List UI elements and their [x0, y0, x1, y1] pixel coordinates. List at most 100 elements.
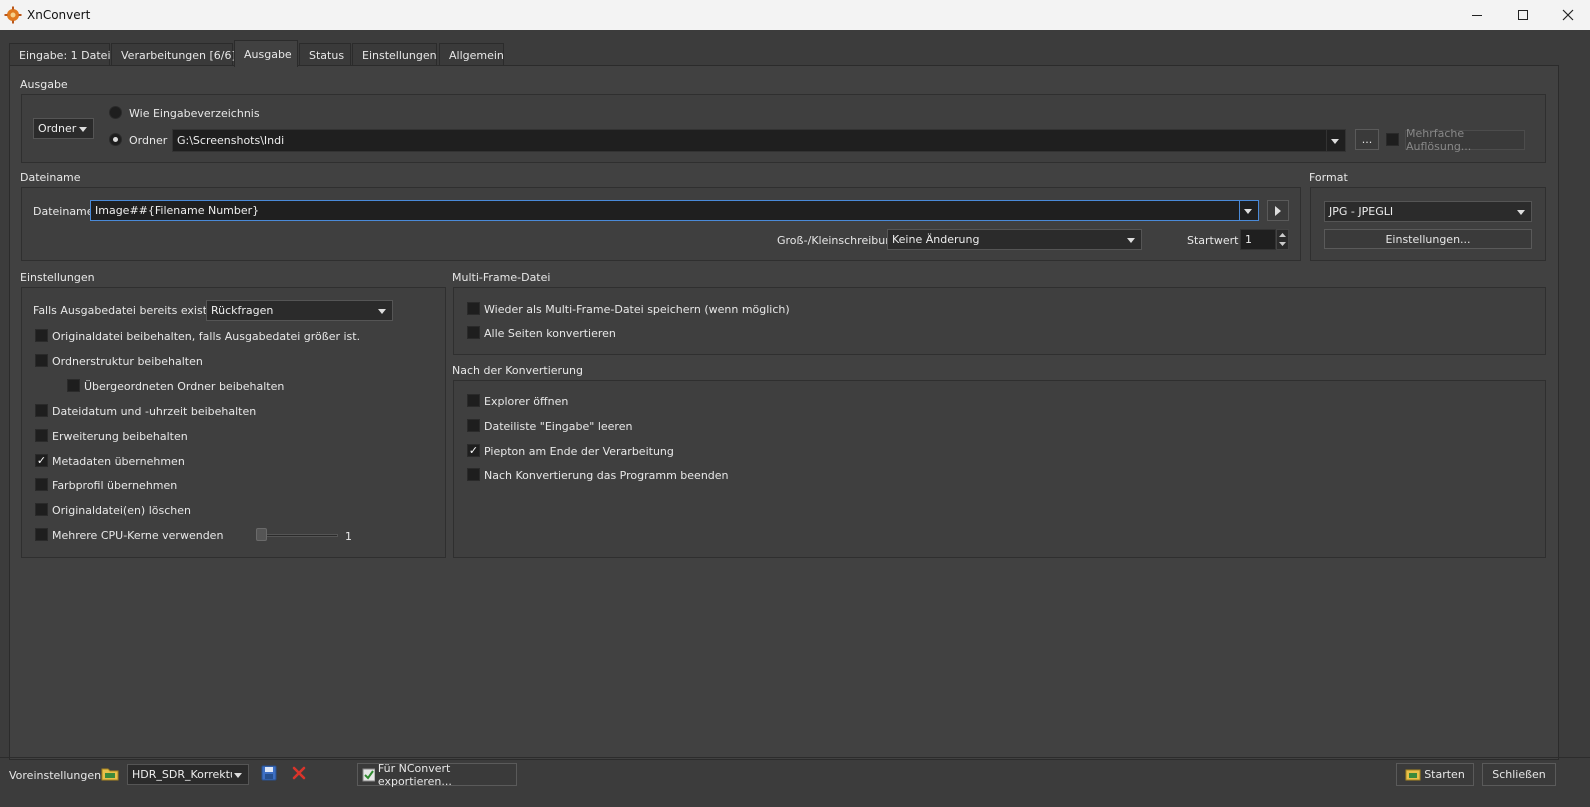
keep-extension-checkbox[interactable] [35, 429, 48, 442]
output-folder-input[interactable]: G:\Screenshots\Indi [172, 129, 1327, 152]
open-explorer-checkbox[interactable] [467, 394, 480, 407]
copy-color-profile-label: Farbprofil übernehmen [52, 479, 178, 492]
keep-parent-folder-label: Übergeordneten Ordner beibehalten [84, 380, 285, 393]
start-value-stepper[interactable] [1276, 229, 1289, 250]
close-icon [1562, 9, 1574, 21]
group-label-ausgabe: Ausgabe [20, 78, 68, 91]
open-preset-folder-button[interactable] [101, 766, 119, 782]
start-button[interactable]: Starten [1396, 763, 1474, 786]
multi-cpu-checkbox[interactable] [35, 528, 48, 541]
multi-resolution-button[interactable]: Mehrfache Auflösung... [1405, 127, 1525, 153]
beep-at-end-checkbox[interactable]: ✓ [467, 444, 480, 457]
cpu-cores-slider-handle[interactable] [256, 528, 267, 541]
tab-einstellungen[interactable]: Einstellungen [352, 43, 437, 66]
keep-parent-folder-checkbox[interactable] [67, 379, 80, 392]
keep-folder-structure-checkbox[interactable] [35, 354, 48, 367]
save-as-multiframe-checkbox[interactable] [467, 302, 480, 315]
cpu-cores-value: 1 [345, 530, 352, 543]
output-type-value: Ordner [38, 122, 77, 135]
checkmark-icon: ✓ [468, 444, 479, 457]
group-format [1310, 187, 1546, 261]
if-exists-value: Rückfragen [211, 304, 274, 317]
browse-folder-button[interactable]: ... [1355, 129, 1379, 150]
delete-originals-label: Originaldatei(en) löschen [52, 504, 191, 517]
case-value: Keine Änderung [892, 233, 980, 246]
output-folder-value: G:\Screenshots\Indi [177, 134, 285, 147]
filename-placeholder-menu-button[interactable] [1267, 200, 1289, 221]
open-explorer-label: Explorer öffnen [484, 395, 569, 408]
convert-all-pages-label: Alle Seiten konvertieren [484, 327, 616, 340]
filename-input[interactable]: Image##{Filename Number} [90, 200, 1240, 221]
save-preset-button[interactable] [261, 765, 277, 781]
output-folder-history-dropdown[interactable] [1326, 129, 1346, 152]
tab-ausgabe[interactable]: Ausgabe [234, 40, 298, 67]
export-nconvert-button[interactable]: Für NConvert exportieren... [357, 762, 517, 788]
chevron-down-icon [1127, 237, 1135, 243]
format-value: JPG - JPEGLI [1329, 205, 1394, 218]
tab-allgemein[interactable]: Allgemein [439, 43, 504, 66]
tab-eingabe[interactable]: Eingabe: 1 Datei [9, 43, 111, 66]
stepper-arrows-icon [1279, 233, 1286, 246]
keep-file-date-label: Dateidatum und -uhrzeit beibehalten [52, 405, 257, 418]
presets-label: Voreinstellungen: [9, 769, 105, 782]
delete-originals-checkbox[interactable] [35, 503, 48, 516]
if-exists-label: Falls Ausgabedatei bereits existiert [33, 304, 226, 317]
copy-color-profile-checkbox[interactable] [35, 478, 48, 491]
chevron-down-icon [1331, 138, 1339, 144]
folder-icon [101, 768, 119, 781]
filename-value: Image##{Filename Number} [95, 204, 260, 217]
radio-same-directory-label: Wie Eingabeverzeichnis [129, 107, 260, 120]
format-combo[interactable]: JPG - JPEGLI [1324, 201, 1532, 222]
case-label: Groß-/Kleinschreibung [777, 234, 900, 247]
title-bar: XnConvert [0, 0, 1590, 30]
copy-metadata-checkbox[interactable]: ✓ [35, 454, 48, 467]
tab-status[interactable]: Status [299, 43, 351, 66]
cpu-cores-slider-track[interactable] [256, 534, 338, 537]
start-value-spinbox[interactable]: 1 [1240, 229, 1276, 250]
close-window-button[interactable] [1546, 0, 1590, 30]
if-exists-combo[interactable]: Rückfragen [206, 300, 393, 321]
convert-all-pages-checkbox[interactable] [467, 326, 480, 339]
clear-input-list-label: Dateiliste "Eingabe" leeren [484, 420, 633, 433]
group-label-format: Format [1309, 171, 1348, 184]
group-multiframe [453, 287, 1546, 355]
chevron-down-icon [234, 772, 242, 778]
chevron-down-icon [1517, 209, 1525, 215]
multi-cpu-label: Mehrere CPU-Kerne verwenden [52, 529, 224, 542]
case-combo[interactable]: Keine Änderung [887, 229, 1142, 250]
close-button[interactable]: Schließen [1482, 763, 1556, 786]
delete-x-icon [292, 766, 306, 780]
window-title: XnConvert [27, 8, 91, 22]
filename-history-dropdown[interactable] [1239, 200, 1259, 221]
multi-resolution-checkbox[interactable] [1386, 133, 1399, 146]
tab-verarbeitungen[interactable]: Verarbeitungen [6/6] [111, 43, 236, 66]
keep-original-if-larger-label: Originaldatei beibehalten, falls Ausgabe… [52, 330, 361, 343]
preset-combo[interactable]: HDR_SDR_Korrektur [127, 764, 249, 785]
minimize-icon [1472, 15, 1482, 16]
start-value: 1 [1245, 233, 1252, 246]
minimize-button[interactable] [1454, 0, 1500, 30]
start-button-label: Starten [1424, 768, 1465, 781]
radio-folder[interactable] [109, 133, 122, 146]
chevron-down-icon [1244, 208, 1252, 214]
clear-input-list-checkbox[interactable] [467, 419, 480, 432]
radio-folder-label: Ordner [129, 134, 168, 147]
preset-value: HDR_SDR_Korrektur [132, 768, 232, 781]
keep-original-if-larger-checkbox[interactable] [35, 329, 48, 342]
start-value-label: Startwert [1187, 234, 1239, 247]
checkmark-icon: ✓ [36, 454, 47, 467]
quit-after-conversion-checkbox[interactable] [467, 468, 480, 481]
output-type-combo[interactable]: Ordner [33, 118, 94, 139]
chevron-down-icon [378, 308, 386, 314]
delete-preset-button[interactable] [291, 765, 307, 781]
maximize-button[interactable] [1500, 0, 1546, 30]
chevron-down-icon [79, 126, 87, 132]
keep-folder-structure-label: Ordnerstruktur beibehalten [52, 355, 203, 368]
format-settings-button[interactable]: Einstellungen... [1324, 229, 1532, 249]
keep-extension-label: Erweiterung beibehalten [52, 430, 188, 443]
group-label-after-conversion: Nach der Konvertierung [452, 364, 584, 377]
radio-same-directory[interactable] [109, 106, 122, 119]
save-as-multiframe-label: Wieder als Multi-Frame-Datei speichern (… [484, 303, 790, 316]
beep-at-end-label: Piepton am Ende der Verarbeitung [484, 445, 674, 458]
keep-file-date-checkbox[interactable] [35, 404, 48, 417]
